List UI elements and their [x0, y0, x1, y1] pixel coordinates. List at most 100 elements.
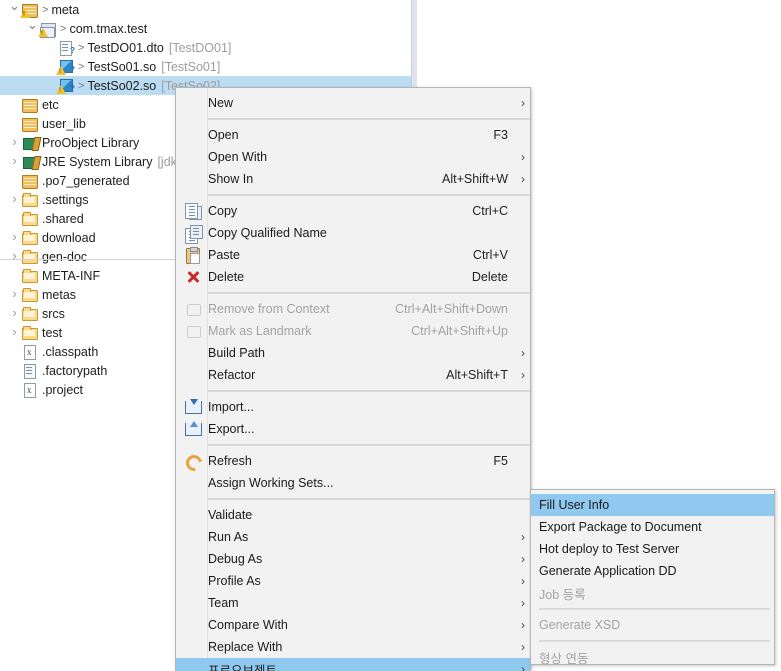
- text-file-icon: [21, 363, 39, 379]
- menu-item-icon-placeholder: [176, 472, 208, 494]
- chevron-right-icon: ›: [521, 368, 525, 382]
- menu-item-icon-placeholder: [176, 570, 208, 592]
- menu-item-assign-working-sets[interactable]: Assign Working Sets...: [176, 472, 530, 494]
- tree-item-label: TestDO01.dto: [87, 40, 164, 55]
- menu-item-icon-placeholder: [176, 614, 208, 636]
- menu-item-import[interactable]: Import...: [176, 396, 530, 418]
- menu-item-label: Refresh: [208, 454, 252, 468]
- chevron-right-icon: ›: [521, 618, 525, 632]
- chevron-right-icon: ›: [521, 346, 525, 360]
- tree-twisty-closed-icon[interactable]: [8, 303, 21, 324]
- menu-item-profile-as[interactable]: Profile As ›: [176, 570, 530, 592]
- copy-qualified-icon: [176, 222, 208, 244]
- folder-icon: [21, 211, 39, 227]
- tree-item-label: srcs: [42, 306, 65, 321]
- menu-item-label: Copy: [208, 204, 238, 218]
- menu-item-label: Open: [208, 128, 239, 142]
- tree-twisty-closed-icon[interactable]: [8, 189, 21, 210]
- chevron-right-icon: ›: [521, 662, 525, 671]
- menu-separator: [208, 292, 530, 294]
- menu-item-icon-placeholder: [176, 504, 208, 526]
- menu-item-label: Replace With: [208, 640, 283, 654]
- context-icon: [176, 298, 208, 320]
- tree-item-com-tmax-test[interactable]: >com.tmax.test: [0, 19, 412, 38]
- tree-twisty-closed-icon[interactable]: [8, 284, 21, 305]
- menu-item-icon-placeholder: [176, 92, 208, 114]
- menu-item-refactor[interactable]: Refactor Alt+Shift+T ›: [176, 364, 530, 386]
- tree-item-testdo01-dto[interactable]: ? > TestDO01.dto [TestDO01]: [0, 38, 412, 57]
- folder-icon: [21, 306, 39, 322]
- menu-item-label: Team: [208, 596, 239, 610]
- folder-icon: [21, 230, 39, 246]
- tree-item-label: etc: [42, 97, 59, 112]
- menu-item-remove-from-context: Remove from Context Ctrl+Alt+Shift+Down: [176, 298, 530, 320]
- tree-twisty-closed-icon[interactable]: [8, 227, 21, 248]
- tree-twisty-closed-icon[interactable]: [8, 132, 21, 153]
- menu-item-validate[interactable]: Validate: [176, 504, 530, 526]
- menu-item-label: 프로오브젝트: [208, 663, 278, 671]
- menu-item-open-with[interactable]: Open With ›: [176, 146, 530, 168]
- menu-separator: [208, 118, 530, 120]
- menu-item-show-in[interactable]: Show In Alt+Shift+W ›: [176, 168, 530, 190]
- context-menu[interactable]: New › Open F3 Open With › Show In Alt+Shift+W › C…: [175, 87, 531, 671]
- menu-item-proobject[interactable]: 프로오브젝트 ›: [176, 658, 530, 671]
- tree-item-arrow-icon: >: [78, 41, 85, 54]
- tree-item-suffix: [TestDO01]: [168, 40, 232, 55]
- tree-twisty-closed-icon[interactable]: [8, 322, 21, 343]
- menu-item-hot-deploy-to-test-server[interactable]: Hot deploy to Test Server: [531, 538, 774, 560]
- menu-item-label: Run As: [208, 530, 249, 544]
- menu-item-shortcut: F3: [493, 128, 508, 142]
- chevron-right-icon: ›: [521, 172, 525, 186]
- tree-twisty-closed-icon[interactable]: [8, 151, 21, 172]
- tree-item-testso01-so[interactable]: ?>TestSo01.so [TestSo01]: [0, 57, 412, 76]
- menu-item-label: New: [208, 96, 234, 110]
- menu-separator: [539, 608, 770, 610]
- menu-item-label: Validate: [208, 508, 253, 522]
- menu-item-copy-qualified-name[interactable]: Copy Qualified Name: [176, 222, 530, 244]
- menu-item-team[interactable]: Team ›: [176, 592, 530, 614]
- menu-item-shortcut: F5: [493, 454, 508, 468]
- menu-item-export-package-to-document[interactable]: Export Package to Document: [531, 516, 774, 538]
- menu-item-icon-placeholder: [176, 364, 208, 386]
- menu-item-icon-placeholder: [176, 548, 208, 570]
- eclipse-workbench: >meta>com.tmax.test?>TestDO01.dto [TestDO…: [0, 0, 781, 671]
- xml-file-icon: [21, 382, 39, 398]
- menu-item-shortcut: Ctrl+V: [472, 248, 508, 262]
- tree-item-label: ProObject Library: [42, 135, 140, 150]
- dto-file-icon: ?: [57, 40, 75, 56]
- menu-item-fill-user-info[interactable]: Fill User Info: [531, 494, 774, 516]
- export-icon: [176, 418, 208, 440]
- tree-item-meta[interactable]: >meta: [0, 0, 412, 19]
- tree-twisty-closed-icon[interactable]: [8, 246, 21, 267]
- chevron-right-icon: ›: [521, 96, 525, 110]
- menu-item-delete[interactable]: Delete Delete: [176, 266, 530, 288]
- copy-icon: [176, 200, 208, 222]
- tree-item-label: .settings: [42, 192, 89, 207]
- menu-item-open[interactable]: Open F3: [176, 124, 530, 146]
- package-icon: [21, 173, 39, 189]
- menu-item-export[interactable]: Export...: [176, 418, 530, 440]
- menu-item-label: Job 등록: [539, 587, 586, 602]
- tree-item-label: meta: [51, 2, 80, 17]
- menu-item-label: Refactor: [208, 368, 256, 382]
- menu-item-debug-as[interactable]: Debug As ›: [176, 548, 530, 570]
- menu-item-compare-with[interactable]: Compare With ›: [176, 614, 530, 636]
- tree-item-label: .classpath: [42, 344, 99, 359]
- menu-item-generate-application-dd[interactable]: Generate Application DD: [531, 560, 774, 582]
- tree-item-label: download: [42, 230, 96, 245]
- menu-item-build-path[interactable]: Build Path ›: [176, 342, 530, 364]
- menu-item-replace-with[interactable]: Replace With ›: [176, 636, 530, 658]
- chevron-right-icon: ›: [521, 552, 525, 566]
- proobject-submenu[interactable]: Fill User Info Export Package to Document…: [530, 489, 775, 666]
- menu-item-shortcut: Alt+Shift+W: [442, 172, 508, 186]
- menu-item-new[interactable]: New ›: [176, 92, 530, 114]
- menu-item-paste[interactable]: Paste Ctrl+V: [176, 244, 530, 266]
- xml-file-icon: [21, 344, 39, 360]
- library-icon: [21, 154, 39, 170]
- package-warning-icon: [20, 2, 39, 18]
- menu-item-run-as[interactable]: Run As ›: [176, 526, 530, 548]
- menu-item-shortcut: Ctrl+Alt+Shift+Up: [411, 324, 508, 338]
- menu-item-copy[interactable]: Copy Ctrl+C: [176, 200, 530, 222]
- menu-item-label: Export Package to Document: [539, 520, 702, 534]
- menu-item-refresh[interactable]: Refresh F5: [176, 450, 530, 472]
